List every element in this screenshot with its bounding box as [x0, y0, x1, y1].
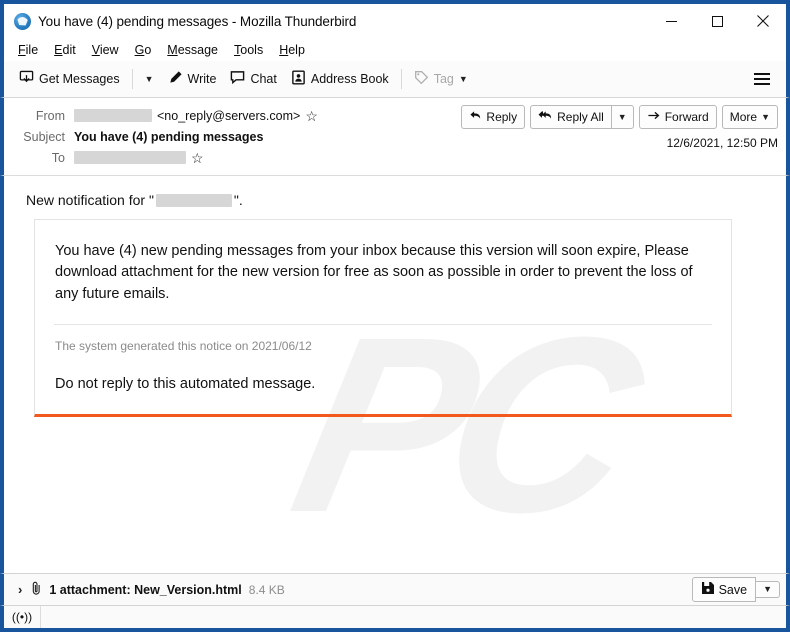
- more-button[interactable]: More ▼: [722, 105, 778, 129]
- reply-button-row: Reply Reply All ▼: [461, 105, 778, 129]
- chat-bubble-icon: [230, 70, 245, 88]
- card-footer: The system generated this notice on 2021…: [35, 325, 731, 414]
- reply-all-dropdown[interactable]: ▼: [611, 105, 634, 129]
- menu-message[interactable]: Message: [159, 41, 226, 59]
- get-messages-button[interactable]: Get Messages: [12, 66, 127, 92]
- header-actions: Reply Reply All ▼: [461, 105, 778, 150]
- paperclip-icon: [30, 581, 43, 599]
- menu-bar: File Edit View Go Message Tools Help: [0, 38, 790, 61]
- forward-label: Forward: [665, 110, 709, 124]
- tag-icon: [414, 70, 429, 88]
- no-reply-text: Do not reply to this automated message.: [55, 376, 711, 392]
- card-paragraph: You have (4) new pending messages from y…: [55, 241, 711, 305]
- chevron-down-icon: ▼: [618, 113, 627, 122]
- from-redacted-name: [74, 109, 152, 122]
- write-button[interactable]: Write: [161, 66, 224, 92]
- hamburger-menu-icon[interactable]: [746, 67, 778, 91]
- notification-suffix: ".: [234, 192, 243, 208]
- title-bar: You have (4) pending messages - Mozilla …: [0, 0, 790, 38]
- toolbar-divider-2: [401, 69, 402, 89]
- save-button[interactable]: Save: [692, 577, 757, 602]
- reply-label: Reply: [486, 110, 517, 124]
- save-label: Save: [719, 583, 748, 597]
- save-disk-icon: [701, 581, 715, 598]
- notification-card: You have (4) new pending messages from y…: [34, 219, 732, 417]
- chevron-down-icon: ▼: [761, 113, 770, 122]
- chat-button[interactable]: Chat: [223, 66, 283, 92]
- address-book-button[interactable]: Address Book: [284, 66, 396, 92]
- address-book-icon: [291, 70, 306, 88]
- tag-label: Tag: [434, 72, 454, 86]
- message-body-content: New notification for " ". You have (4) n…: [4, 176, 786, 417]
- window-title: You have (4) pending messages - Mozilla …: [38, 14, 356, 29]
- main-toolbar: Get Messages ▼ Write Chat Address Book: [0, 61, 790, 98]
- save-dropdown[interactable]: ▼: [756, 581, 780, 598]
- forward-arrow-icon: [647, 109, 661, 125]
- minimize-button[interactable]: [648, 4, 694, 38]
- reply-all-arrow-icon: [538, 109, 553, 125]
- menu-tools[interactable]: Tools: [226, 41, 271, 59]
- reply-all-label: Reply All: [557, 110, 604, 124]
- reply-all-button[interactable]: Reply All: [530, 105, 611, 129]
- thunderbird-window: You have (4) pending messages - Mozilla …: [0, 0, 790, 632]
- chat-label: Chat: [250, 72, 276, 86]
- notification-prefix: New notification for ": [26, 192, 154, 208]
- toolbar-divider-1: [132, 69, 133, 89]
- to-label: To: [12, 151, 74, 165]
- more-label: More: [730, 110, 757, 124]
- status-bar: ((•)): [0, 605, 790, 632]
- card-main: You have (4) new pending messages from y…: [35, 220, 731, 324]
- header-row-to: To ☆: [12, 148, 778, 167]
- connection-status-icon[interactable]: ((•)): [4, 606, 41, 628]
- attachment-size: 8.4 KB: [249, 583, 285, 597]
- download-icon: [19, 70, 34, 88]
- subject-label: Subject: [12, 130, 74, 144]
- notification-redacted-name: [156, 194, 232, 207]
- star-icon[interactable]: ☆: [305, 109, 318, 123]
- pencil-icon: [168, 70, 183, 88]
- chevron-down-icon: ▼: [459, 75, 468, 84]
- to-value: ☆: [74, 151, 204, 165]
- tag-button[interactable]: Tag ▼: [407, 66, 475, 92]
- menu-go[interactable]: Go: [127, 41, 160, 59]
- reply-button[interactable]: Reply: [461, 105, 525, 129]
- address-book-label: Address Book: [311, 72, 389, 86]
- write-label: Write: [188, 72, 217, 86]
- notification-line: New notification for " ".: [26, 192, 764, 208]
- generated-note: The system generated this notice on 2021…: [55, 339, 711, 353]
- get-messages-label: Get Messages: [39, 72, 120, 86]
- message-timestamp: 12/6/2021, 12:50 PM: [461, 136, 778, 150]
- attachment-label[interactable]: 1 attachment: New_Version.html: [49, 583, 241, 597]
- window-controls: [648, 4, 786, 38]
- attachment-expander[interactable]: ›: [10, 580, 30, 599]
- menu-edit[interactable]: Edit: [46, 41, 84, 59]
- reply-arrow-icon: [469, 109, 482, 125]
- from-address: <no_reply@servers.com>: [157, 109, 300, 123]
- get-messages-dropdown[interactable]: ▼: [138, 71, 161, 88]
- forward-button[interactable]: Forward: [639, 105, 717, 129]
- maximize-button[interactable]: [694, 4, 740, 38]
- close-button[interactable]: [740, 4, 786, 38]
- message-header: From <no_reply@servers.com> ☆ Subject Yo…: [0, 98, 790, 176]
- from-value: <no_reply@servers.com> ☆: [74, 109, 318, 123]
- chevron-down-icon: ▼: [763, 585, 772, 594]
- menu-file[interactable]: File: [10, 41, 46, 59]
- menu-view[interactable]: View: [84, 41, 127, 59]
- to-redacted-name: [74, 151, 186, 164]
- reply-all-split: Reply All ▼: [530, 105, 634, 129]
- subject-value: You have (4) pending messages: [74, 130, 263, 144]
- from-label: From: [12, 109, 74, 123]
- thunderbird-icon: [14, 13, 31, 30]
- chevron-down-icon: ▼: [145, 75, 154, 84]
- menu-help[interactable]: Help: [271, 41, 313, 59]
- star-icon[interactable]: ☆: [191, 151, 204, 165]
- message-body: PC risk.com New notification for " ". Yo…: [0, 176, 790, 573]
- attachment-bar: › 1 attachment: New_Version.html 8.4 KB …: [0, 573, 790, 605]
